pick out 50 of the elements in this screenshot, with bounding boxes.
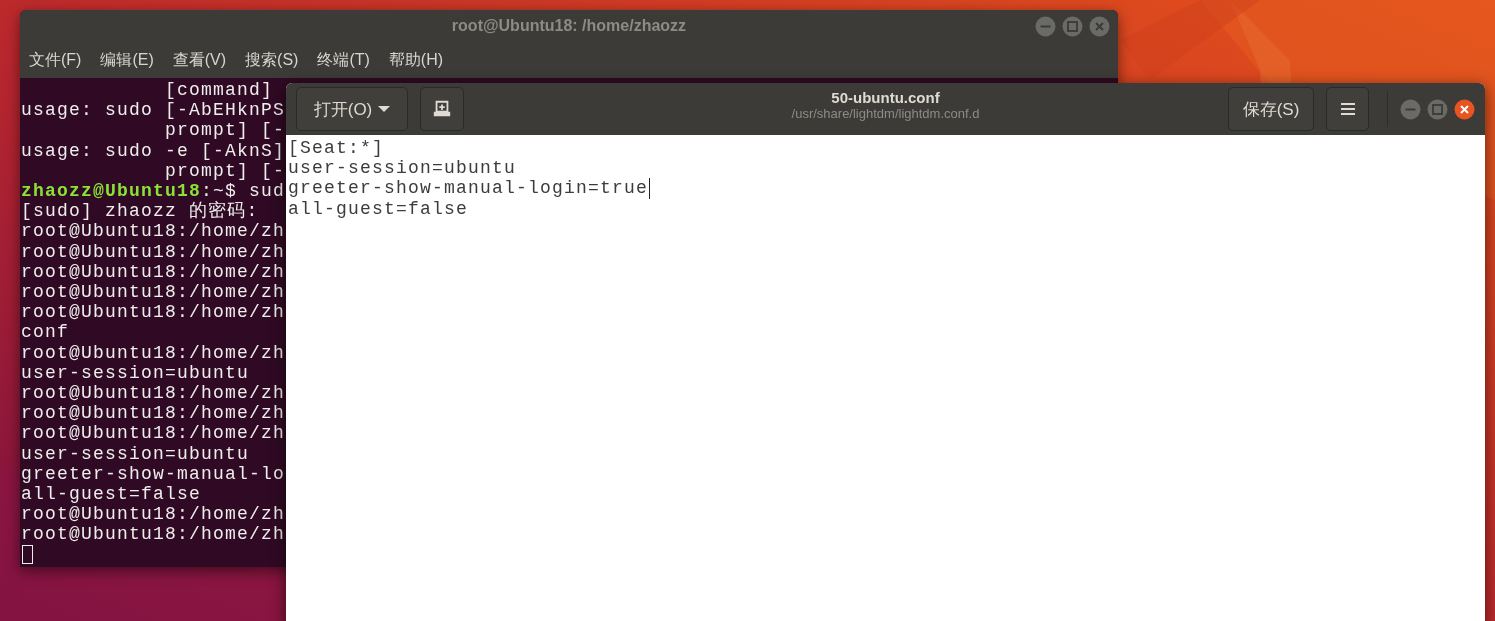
terminal-line: root@Ubuntu18:/home/zh [21, 423, 286, 444]
terminal-line: root@Ubuntu18:/home/zh [21, 221, 286, 242]
open-button[interactable]: 打开(O) [296, 87, 408, 131]
menu-item[interactable]: 搜索(S) [245, 47, 299, 73]
new-document-button[interactable] [420, 87, 464, 131]
maximize-icon[interactable] [1062, 16, 1083, 37]
text-editor[interactable]: [Seat:*] user-session=ubuntu greeter-show-manual-login=true all-guest=false [286, 135, 1485, 219]
menu-item[interactable]: 终端(T) [317, 47, 370, 73]
terminal-line: root@Ubuntu18:/home/zh [21, 504, 286, 525]
menu-item[interactable]: 查看(V) [172, 47, 227, 73]
terminal-line: root@Ubuntu18:/home/zh [21, 383, 286, 404]
terminal-line: root@Ubuntu18:/home/zh [21, 342, 286, 363]
terminal-line: user-session=ubuntu [21, 443, 250, 464]
document-title: 50-ubuntu.conf [831, 89, 940, 106]
save-button[interactable]: 保存(S) [1228, 87, 1314, 131]
terminal-line: usage: sudo -e [-AknS] [21, 140, 286, 161]
minimize-icon[interactable] [1400, 98, 1421, 120]
code-line: [Seat:*] [288, 138, 384, 159]
new-document-icon [432, 100, 452, 118]
terminal-cursor [22, 544, 33, 564]
terminal-line: user-session=ubuntu [21, 362, 250, 384]
menu-button[interactable] [1326, 87, 1369, 131]
maximize-icon[interactable] [1427, 98, 1448, 120]
code-line: user-session=ubuntu [288, 158, 517, 179]
close-icon[interactable] [1454, 98, 1475, 120]
terminal-line: root@Ubuntu18:/home/zh [21, 241, 286, 262]
terminal-line: [sudo] zhaozz 的密码: [21, 201, 259, 222]
document-path: /usr/share/lightdm/lightdm.conf.d [791, 106, 980, 121]
terminal-line: root@Ubuntu18:/home/zh [21, 302, 286, 323]
code-line: all-guest=false [288, 198, 469, 219]
terminal-line: root@Ubuntu18:/home/zh [21, 524, 286, 545]
terminal-line: greeter-show-manual-lo [21, 463, 286, 485]
minimize-icon[interactable] [1035, 16, 1056, 37]
terminal-line: root@Ubuntu18:/home/zh [21, 282, 286, 303]
terminal-line: root@Ubuntu18:/home/zh [21, 261, 286, 283]
window-title: root@Ubuntu18: /home/zhaozz [451, 17, 687, 35]
menu-item[interactable]: 帮助(H) [388, 47, 444, 73]
terminal-line: [command] [164, 80, 274, 101]
menu-item[interactable]: 文件(F) [29, 47, 82, 73]
caret-icon [378, 105, 391, 113]
terminal-line: prompt] [- [164, 120, 286, 141]
menu-icon [1340, 103, 1355, 115]
code-line: greeter-show-manual-login=true [288, 178, 651, 199]
terminal-line: root@Ubuntu18:/home/zh [21, 403, 286, 424]
terminal-line: conf [21, 322, 69, 343]
terminal-line: all-guest=false [21, 484, 202, 505]
terminal-line: usage: sudo [-AbEHknPS [21, 100, 286, 121]
terminal-line: zhaozz@Ubuntu18:~$ sud [21, 181, 286, 201]
terminal-line: prompt] [- [164, 160, 286, 181]
menu-item[interactable]: 编辑(E) [100, 47, 154, 73]
